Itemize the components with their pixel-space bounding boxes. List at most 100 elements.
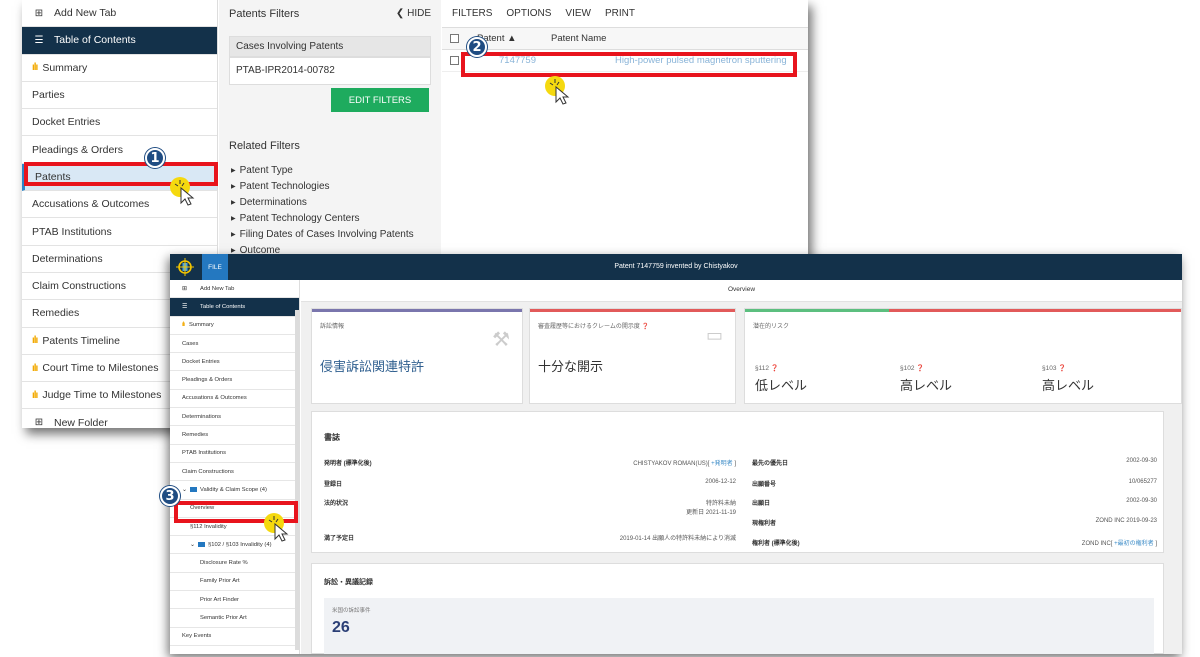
biblio-key: 発明者 (標準化後)	[324, 461, 372, 467]
sidebar-item-semantic-prior-art[interactable]: Semantic Prior Art	[170, 609, 299, 628]
biblio-key: 出願日	[752, 501, 771, 507]
sidebar-item-summary[interactable]: ılı Summary	[170, 317, 299, 335]
sidebar-item-pleadings-orders[interactable]: Pleadings & Orders	[22, 136, 217, 164]
sidebar-item-label: Cases	[182, 340, 199, 347]
sidebar-item-cases[interactable]: Cases	[170, 335, 299, 354]
related-filters-title: Related Filters	[229, 140, 300, 152]
sidebar-item-label: Key Events	[182, 633, 212, 640]
risk-112: §112 ❓ 低レベル	[755, 365, 808, 393]
add-new-tab[interactable]: ⊞ Add New Tab	[170, 280, 299, 299]
biblio-value-text: CHISTYAKOV ROMAN(US)[ +発明者 ]	[633, 461, 736, 467]
risk-102: §102 ❓ 高レベル	[900, 365, 953, 393]
add-new-tab[interactable]: ⊞ Add New Tab	[22, 0, 217, 28]
biblio-value: 10/065277	[1128, 479, 1157, 485]
sidebar-item-summary[interactable]: ılı Summary	[22, 55, 217, 82]
sidebar-item-validity-claim-scope-4[interactable]: ⌄ Validity & Claim Scope (4)	[170, 481, 299, 500]
overview-content: Overview 訴訟情報 ⚒ 侵害訴訟関連特許 審査履歴等におけるクレームの開…	[301, 280, 1182, 654]
sidebar-item-key-events[interactable]: Key Events	[170, 628, 299, 646]
sidebar-item-label: Semantic Prior Art	[200, 614, 247, 621]
edit-filters-button[interactable]: EDIT FILTERS	[331, 88, 429, 112]
biblio-row: 現権利者 ZOND INC 2019-09-23	[752, 518, 1157, 527]
sidebar-item-family-prior-art[interactable]: Family Prior Art	[170, 573, 299, 592]
app-logo-icon[interactable]	[170, 254, 200, 280]
litigation-info-card: 訴訟情報 ⚒ 侵害訴訟関連特許	[311, 308, 523, 404]
bar-chart-icon: ılı	[32, 362, 38, 374]
disclosure-card: 審査履歴等におけるクレームの開示度 ❓ ▭ 十分な開示	[529, 308, 736, 404]
biblio-key: 法的状況	[324, 501, 349, 507]
sidebar-item-disclosure-rate[interactable]: Disclosure Rate %	[170, 554, 299, 573]
biblio-row: 法的状況 特許料未納更新日 2021-11-19	[324, 498, 736, 516]
sidebar-item-label: Remedies	[32, 307, 80, 320]
sidebar-item-label: Prior Art Finder	[200, 596, 239, 603]
sidebar-item-label: Judge Time to Milestones	[42, 389, 162, 402]
click-cursor-icon	[170, 177, 195, 206]
tab-print[interactable]: PRINT	[605, 8, 635, 27]
sidebar-item-docket-entries[interactable]: Docket Entries	[22, 109, 217, 137]
sidebar-item-label: Claim Constructions	[32, 280, 126, 293]
plus-box-icon: ⊞	[34, 417, 44, 428]
col-patent-name-header[interactable]: Patent Name	[551, 33, 606, 44]
sidebar-item-pleadings-orders[interactable]: Pleadings & Orders	[170, 371, 299, 390]
sidebar-item-label: Court Time to Milestones	[42, 362, 159, 374]
biblio-value: ZOND INC 2019-09-23	[1095, 518, 1157, 524]
related-filters-list: Patent TypePatent TechnologiesDeterminat…	[231, 163, 414, 259]
biblio-key: 出願番号	[752, 482, 777, 488]
document-icon: ▭	[705, 325, 723, 345]
sidebar-item-label: Docket Entries	[182, 358, 220, 365]
biblio-row: 最先の優先日 2002-09-30	[752, 458, 1157, 467]
sidebar-item-label: Docket Entries	[32, 116, 101, 129]
related-filter-determinations[interactable]: Determinations	[231, 195, 414, 211]
sidebar-item-label: Pleadings & Orders	[182, 377, 233, 384]
row-checkbox[interactable]	[450, 56, 459, 65]
click-cursor-icon	[264, 513, 289, 542]
bibliographic-info-panel: 書誌 発明者 (標準化後) CHISTYAKOV ROMAN(US)[ +発明者 …	[311, 411, 1164, 553]
sidebar-item-parties[interactable]: Parties	[22, 82, 217, 110]
sidebar-item-accusations-outcomes[interactable]: Accusations & Outcomes	[170, 390, 299, 409]
litigation-records-panel: 訴訟・異議記録 米国の訴訟事件 26	[311, 563, 1164, 654]
bar-chart-icon: ılı	[32, 62, 38, 74]
table-of-contents[interactable]: ☰ Table of Contents	[170, 298, 299, 317]
related-filter-filing-dates-of-cases-involving-patents[interactable]: Filing Dates of Cases Involving Patents	[231, 227, 414, 243]
case-filter-label: Cases Involving Patents	[229, 36, 431, 57]
sidebar-item-ptab-institutions[interactable]: PTAB Institutions	[22, 218, 217, 246]
toolbar-tabs: FILTERS OPTIONS VIEW PRINT	[442, 0, 808, 28]
related-filter-patent-technologies[interactable]: Patent Technologies	[231, 179, 414, 195]
sidebar-item-remedies[interactable]: Remedies	[170, 426, 299, 445]
sidebar-item-label: §102 / §103 Invalidity (4)	[208, 541, 272, 548]
bar-chart-icon: ılı	[32, 335, 38, 347]
hide-filters-button[interactable]: ❮ HIDE	[396, 8, 431, 30]
sidebar-item-ptab-institutions[interactable]: PTAB Institutions	[170, 445, 299, 463]
chevron-left-icon: ❮	[395, 8, 408, 19]
table-of-contents[interactable]: ☰ Table of Contents	[22, 27, 217, 55]
tab-options[interactable]: OPTIONS	[506, 8, 551, 27]
folder-icon	[198, 542, 206, 548]
biblio-value-text: 特許料未納	[705, 501, 736, 507]
sidebar-item-label: Accusations & Outcomes	[182, 395, 247, 402]
biblio-value-sub: 更新日 2021-11-19	[686, 510, 736, 516]
sidebar-scrollbar[interactable]	[295, 310, 300, 650]
biblio-value-text: 2006-12-12	[705, 479, 736, 485]
biblio-value: 特許料未納更新日 2021-11-19	[686, 498, 736, 516]
biblio-row: 権利者 (標準化後) ZOND INC[ +最初の権利者 ]	[752, 538, 1157, 547]
sidebar-item-label: Summary	[189, 322, 214, 329]
sidebar-item-label: §112 Invalidity	[190, 523, 227, 530]
select-all-checkbox[interactable]	[450, 34, 459, 43]
sidebar-item-claim-constructions[interactable]: Claim Constructions	[170, 463, 299, 482]
highlight-patent-row	[461, 52, 797, 77]
related-filter-patent-type[interactable]: Patent Type	[231, 163, 414, 179]
us-litigation-stat[interactable]: 米国の訴訟事件 26	[324, 598, 1154, 654]
sidebar-item-label: PTAB Institutions	[182, 450, 227, 457]
related-filter-patent-technology-centers[interactable]: Patent Technology Centers	[231, 211, 414, 227]
sidebar-item-prior-art-finder[interactable]: Prior Art Finder	[170, 591, 299, 610]
table-header: Patent ▲ Patent Name	[442, 28, 808, 50]
sidebar-item-determinations[interactable]: Determinations	[170, 408, 299, 427]
tab-filters[interactable]: FILTERS	[452, 8, 492, 27]
tab-view[interactable]: VIEW	[565, 8, 591, 27]
sidebar-item-label: Validity & Claim Scope (4)	[200, 486, 267, 493]
sidebar-item-label: Family Prior Art	[200, 578, 240, 585]
window-title: Patent 7147759 invented by Chistyakov	[614, 263, 738, 270]
toc-sidebar-front: ⊞ Add New Tab ☰ Table of Contents ılı Sum…	[170, 280, 300, 654]
bar-chart-icon: ılı	[32, 389, 38, 401]
sidebar-item-docket-entries[interactable]: Docket Entries	[170, 353, 299, 372]
file-menu-button[interactable]: FILE	[202, 254, 228, 280]
